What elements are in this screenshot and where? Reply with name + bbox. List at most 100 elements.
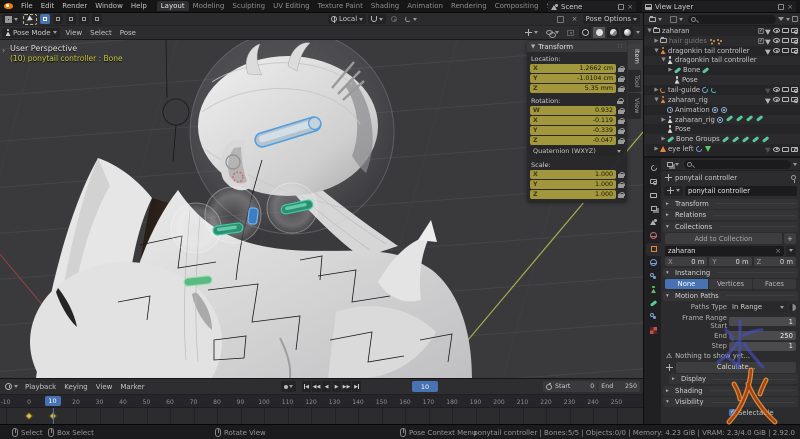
outliner-row-bone-groups[interactable]: ▶Bone Groups — [644, 134, 800, 144]
scale-field-y[interactable]: Y1.000 — [530, 180, 616, 189]
properties-options-chevron[interactable] — [793, 163, 797, 166]
expander-icon[interactable]: ▶ — [660, 117, 667, 123]
workspace-tab-compositing[interactable]: Compositing — [491, 1, 543, 11]
workspace-tab-shading[interactable]: Shading — [367, 1, 403, 11]
object-type-dropdown[interactable] — [664, 186, 683, 196]
properties-tab-modifiers[interactable] — [646, 297, 661, 310]
outliner-row-dragonkin-tail-controller[interactable]: ▼dragonkin tail controller — [644, 46, 800, 56]
scene-selector[interactable]: Scene × — [548, 1, 636, 12]
current-frame-field[interactable]: 10 — [412, 381, 438, 392]
selectable-icon[interactable] — [765, 47, 772, 55]
outliner-row-zaharan[interactable]: ▼zaharan✓ — [644, 26, 800, 36]
scale-field-x[interactable]: X1.000 — [530, 170, 616, 179]
paths-type-dropdown[interactable]: In Range — [729, 302, 787, 312]
copy-to-selected-icon[interactable] — [789, 304, 796, 311]
workspace-tab-uv-editing[interactable]: UV Editing — [269, 1, 314, 11]
viewport-menu-view[interactable]: View — [62, 29, 87, 37]
lock-icon[interactable] — [618, 182, 624, 188]
unlink-scene-icon[interactable]: × — [627, 4, 633, 10]
instancing-option-vertices[interactable]: Vertices — [709, 279, 752, 289]
outliner-row-pose[interactable]: Pose — [644, 75, 800, 85]
select-mode-subtract-button[interactable] — [66, 14, 76, 24]
workspace-tab-modeling[interactable]: Modeling — [189, 1, 229, 11]
n-panel-tab-item[interactable]: Item — [628, 44, 641, 69]
selectable-icon[interactable] — [765, 86, 772, 94]
timeline-tracks[interactable] — [0, 408, 643, 424]
lock-icon[interactable] — [618, 138, 624, 144]
checkbox-icon[interactable]: ✓ — [758, 38, 764, 44]
properties-tab-tool[interactable] — [646, 162, 661, 175]
collection-offset-x[interactable]: X0 m — [665, 257, 707, 266]
timeline-editor-type-button[interactable] — [2, 382, 21, 392]
lock-icon[interactable] — [618, 76, 624, 82]
x-mirror-toggle[interactable]: × — [569, 14, 581, 24]
instancing-option-faces[interactable]: Faces — [753, 279, 796, 289]
location-field-y[interactable]: Y-1.0104 cm — [530, 74, 616, 83]
pose-options-dropdown[interactable]: Pose Options — [583, 14, 640, 24]
mode-dropdown[interactable]: Pose Mode — [2, 28, 60, 38]
new-collection-button[interactable]: + — [784, 233, 796, 244]
expander-icon[interactable]: ▶ — [653, 146, 660, 152]
workspace-tab-rendering[interactable]: Rendering — [447, 1, 491, 11]
viewport-3d[interactable]: › User Perspective (10) ponytail control… — [0, 40, 643, 378]
panel-motion-paths[interactable]: ▾Motion Paths — [663, 291, 798, 301]
select-mode-extend-button[interactable] — [53, 14, 63, 24]
rotation-mode-dropdown[interactable]: Quaternion (WXYZ) — [530, 146, 624, 156]
n-panel-tab-tool[interactable]: Tool — [628, 70, 641, 93]
disable-viewport-icon[interactable] — [782, 147, 789, 152]
panel-display[interactable]: ▸Display — [669, 374, 798, 384]
collection-name-field[interactable]: zaharan× — [665, 246, 784, 256]
playhead-label[interactable]: 10 — [45, 396, 61, 406]
new-collection-icon[interactable] — [792, 16, 798, 22]
toolbar-expand-arrow[interactable]: › — [2, 46, 5, 55]
playhead-line[interactable] — [53, 408, 54, 424]
menu-file[interactable]: File — [17, 2, 37, 10]
hide-viewport-icon[interactable] — [773, 28, 780, 33]
disable-viewport-icon[interactable] — [782, 87, 789, 92]
outliner-row-eye-left[interactable]: ▶eye left — [644, 144, 800, 154]
outliner-row-tail-guide[interactable]: ▶tail-guide — [644, 85, 800, 95]
timeline-ruler[interactable]: -100102030405060708090100110120130140150… — [0, 395, 643, 408]
location-field-z[interactable]: Z5.35 mm — [530, 84, 616, 93]
outliner-row-pose[interactable]: Pose — [644, 124, 800, 134]
properties-tab-world[interactable] — [646, 230, 661, 243]
play-reverse-button[interactable]: ◀ — [322, 381, 331, 392]
properties-tab-object[interactable] — [646, 243, 661, 256]
properties-tab-scene[interactable] — [646, 216, 661, 229]
gizmos-dropdown[interactable] — [522, 28, 541, 38]
collection-specials-dropdown[interactable] — [786, 246, 796, 256]
viewport-menu-select[interactable]: Select — [86, 29, 116, 37]
expander-icon[interactable]: ▼ — [660, 57, 667, 63]
selectable-icon[interactable] — [765, 27, 772, 35]
lock-icon[interactable] — [618, 86, 624, 92]
instancing-option-none[interactable]: None — [665, 279, 708, 289]
panel-collections[interactable]: ▾Collections — [663, 222, 798, 232]
shading-rendered-button[interactable] — [621, 27, 633, 38]
auto-keying-toggle[interactable] — [281, 381, 296, 392]
properties-tab-constraints[interactable] — [646, 270, 661, 283]
properties-tab-object-data[interactable] — [646, 284, 661, 297]
jump-to-start-button[interactable]: ◀ — [302, 381, 311, 392]
rotation-lock-icon[interactable] — [617, 98, 623, 104]
outliner-row-zaharan-rig[interactable]: ▼zaharan_rig — [644, 95, 800, 105]
expander-icon[interactable]: ▶ — [653, 38, 660, 44]
select-mode-invert-button[interactable] — [79, 14, 89, 24]
transform-mirror-toggle[interactable] — [554, 14, 567, 24]
disable-viewport-icon[interactable] — [782, 38, 789, 43]
disable-render-icon[interactable] — [791, 87, 798, 92]
rotation-field-y[interactable]: Y-0.339 — [530, 126, 616, 135]
jump-to-end-button[interactable]: ▶ — [352, 381, 361, 392]
motion-path-field-step[interactable]: 1 — [729, 342, 796, 351]
transform-panel-header[interactable]: ▼ Transform ∷ — [527, 41, 627, 52]
lock-icon[interactable] — [618, 108, 624, 114]
lock-icon[interactable] — [618, 192, 624, 198]
outliner-filter-dropdown[interactable] — [667, 14, 686, 24]
outliner-row-zaharan-rig[interactable]: ▶zaharan_rig — [644, 115, 800, 125]
disable-render-icon[interactable] — [791, 38, 798, 43]
panel-relations[interactable]: ▸Relations — [663, 210, 798, 220]
workspace-tab-sculpting[interactable]: Sculpting — [228, 1, 269, 11]
rotation-field-x[interactable]: X-0.119 — [530, 116, 616, 125]
funnel-filter-icon[interactable] — [778, 17, 784, 21]
motion-path-field-frame-range-start[interactable]: 1 — [729, 317, 796, 326]
properties-tab-physics[interactable] — [646, 257, 661, 270]
